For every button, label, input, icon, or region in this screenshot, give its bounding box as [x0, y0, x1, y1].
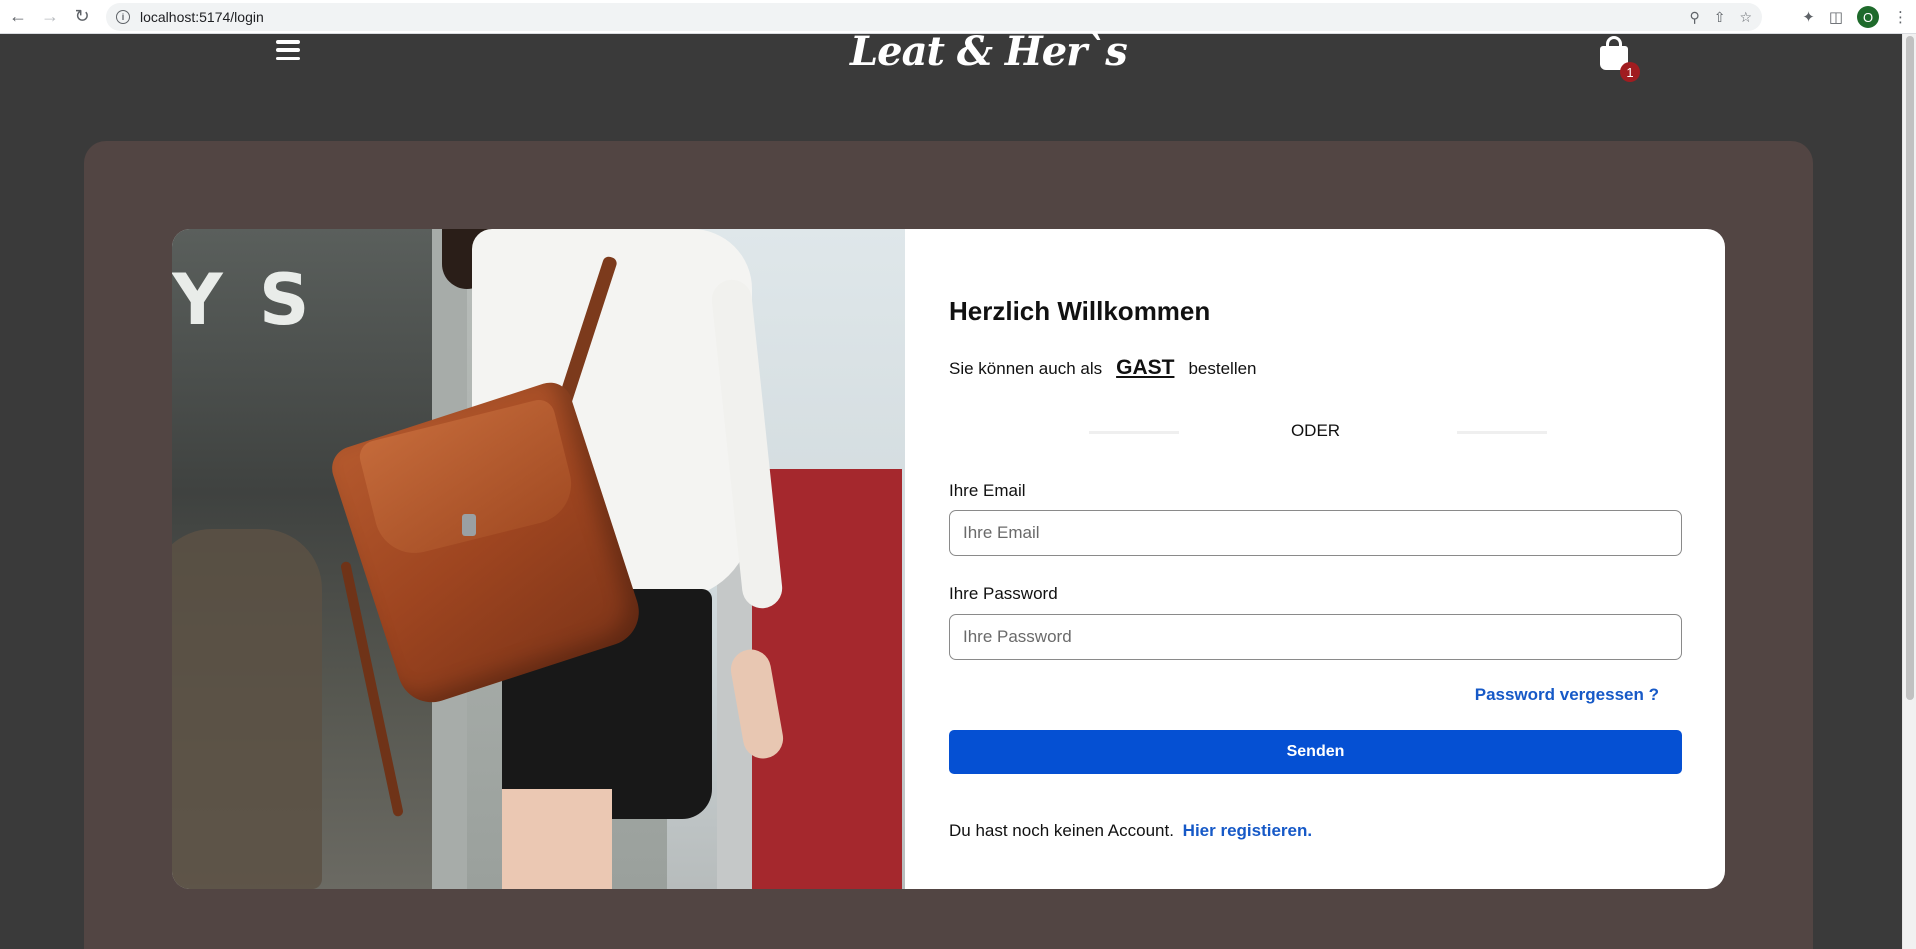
address-url[interactable]: localhost:5174/login: [140, 9, 264, 25]
profile-avatar[interactable]: O: [1857, 6, 1879, 28]
email-label: Ihre Email: [949, 481, 1026, 500]
zoom-icon[interactable]: ⚲: [1689, 9, 1699, 26]
site-logo[interactable]: Leat & Her`s: [850, 28, 1128, 75]
hero-photo: Y S: [172, 229, 905, 889]
hamburger-menu-icon[interactable]: [276, 38, 300, 62]
password-label: Ihre Password: [949, 584, 1058, 603]
register-link[interactable]: Hier registieren.: [1183, 821, 1312, 840]
cart-count-badge: 1: [1620, 62, 1640, 82]
register-prefix-text: Du hast noch keinen Account.: [949, 821, 1174, 840]
login-form: Herzlich Willkommen Sie können auch als …: [905, 229, 1725, 889]
guest-suffix-text: bestellen: [1188, 359, 1257, 378]
share-icon[interactable]: ⇧: [1714, 9, 1726, 26]
back-icon[interactable]: ←: [2, 1, 34, 33]
forward-icon[interactable]: →: [34, 1, 66, 33]
page-scrollbar[interactable]: [1902, 34, 1916, 949]
forgot-password-link[interactable]: Password vergessen ?: [1475, 685, 1659, 705]
bookmark-star-icon[interactable]: ☆: [1739, 9, 1752, 26]
guest-order-link[interactable]: GAST: [1116, 356, 1174, 380]
divider-line: [1457, 431, 1547, 434]
submit-button[interactable]: Senden: [949, 730, 1682, 774]
or-divider: ODER: [949, 419, 1682, 443]
login-title: Herzlich Willkommen: [949, 296, 1211, 326]
scrollbar-thumb[interactable]: [1906, 36, 1914, 700]
guest-prefix-text: Sie können auch als: [949, 359, 1103, 378]
address-bar[interactable]: i localhost:5174/login ⚲ ⇧ ☆: [106, 3, 1762, 31]
login-card: Y S Herzlich Willkommen Sie können auch …: [172, 229, 1725, 889]
password-field[interactable]: [949, 614, 1682, 660]
extensions-icon[interactable]: ✦: [1802, 8, 1815, 26]
reload-icon[interactable]: ↻: [66, 1, 98, 33]
register-line: Du hast noch keinen Account. Hier regist…: [949, 821, 1312, 841]
divider-text: ODER: [1290, 421, 1341, 440]
browser-menu-icon[interactable]: ⋮: [1893, 8, 1908, 26]
email-field[interactable]: [949, 510, 1682, 556]
guest-order-line: Sie können auch als GAST bestellen: [949, 356, 1257, 380]
site-info-icon[interactable]: i: [116, 10, 130, 24]
cart-button[interactable]: 1: [1600, 36, 1640, 82]
side-panel-icon[interactable]: ◫: [1829, 8, 1843, 26]
